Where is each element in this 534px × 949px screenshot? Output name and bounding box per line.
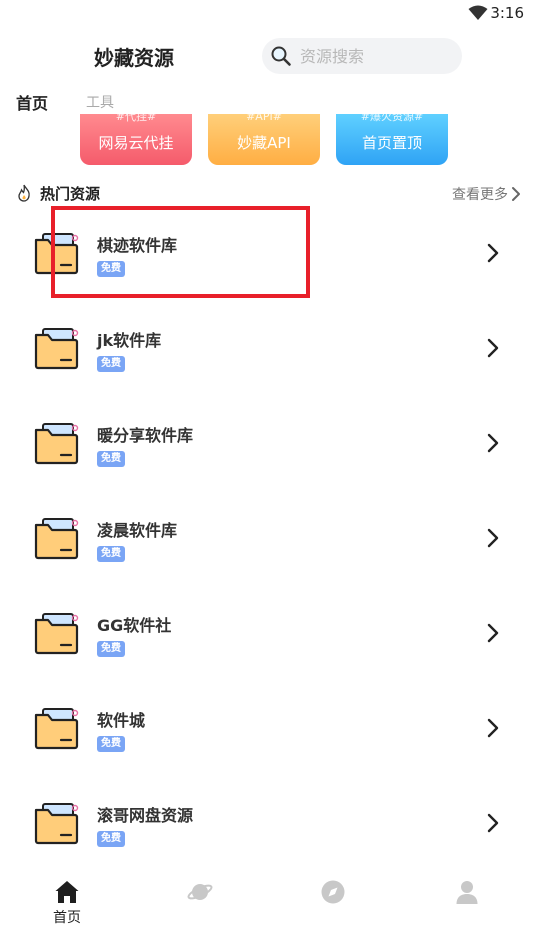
item-name: 暖分享软件库 [97,426,194,445]
home-icon [55,881,79,903]
free-badge: 免费 [97,451,125,467]
folder-icon [34,328,79,370]
chevron-right-icon[interactable] [486,622,500,644]
item-name: 软件城 [97,711,146,730]
fire-icon [18,184,30,202]
item-name: 凌晨软件库 [97,521,178,540]
free-badge: 免费 [97,546,125,562]
banner-row: #代挂# 网易云代挂 #API# 妙藏API #爆火资源# 首页置顶 [0,114,534,166]
section-title: 热门资源 [40,185,101,203]
free-badge: 免费 [97,736,125,752]
item-name: GG软件社 [97,616,172,635]
banner-tag: #爆火资源# [360,114,424,123]
status-time: 3:16 [490,4,524,22]
list-item[interactable]: 凌晨软件库 免费 [0,493,534,588]
banner-tag: #API# [246,114,282,123]
list-item[interactable]: 暖分享软件库 免费 [0,398,534,493]
banner-tag: #代挂# [115,114,157,123]
nav-planet[interactable] [170,877,230,937]
planet-icon [187,884,213,900]
tab-tools[interactable]: 工具 [86,92,114,112]
compass-icon [321,880,345,904]
chevron-right-icon[interactable] [486,527,500,549]
folder-icon [34,423,79,465]
list-item[interactable]: jk软件库 免费 [0,303,534,398]
tab-home[interactable]: 首页 [16,90,48,114]
free-badge: 免费 [97,831,125,847]
free-badge: 免费 [97,356,125,372]
status-bar: 3:16 [0,0,534,28]
chevron-right-icon[interactable] [486,432,500,454]
nav-home[interactable]: 首页 [37,877,97,937]
folder-icon [34,708,79,750]
see-more-link[interactable]: 查看更多 [452,184,508,204]
nav-compass[interactable] [303,877,363,937]
search-input[interactable] [300,38,450,74]
user-icon [456,881,478,904]
nav-user[interactable] [437,877,497,937]
item-name: 滚哥网盘资源 [97,806,194,825]
banner-label: 妙藏API [237,134,291,152]
free-badge: 免费 [97,641,125,657]
app-title: 妙藏资源 [94,46,174,70]
top-tabs: 首页 工具 [0,90,534,114]
chevron-right-icon[interactable] [486,717,500,739]
section-header: 热门资源 查看更多 [0,180,534,206]
search-box[interactable] [262,38,462,74]
chevron-right-icon[interactable] [486,812,500,834]
banner-pin-top[interactable]: #爆火资源# 首页置顶 [336,114,448,165]
list-item[interactable]: GG软件社 免费 [0,588,534,683]
list-item[interactable]: 滚哥网盘资源 免费 [0,778,534,873]
list-item[interactable]: 软件城 免费 [0,683,534,778]
banner-netease-daigua[interactable]: #代挂# 网易云代挂 [80,114,192,165]
banner-label: 首页置顶 [361,134,422,152]
chevron-right-icon[interactable] [510,186,522,202]
app-header: 妙藏资源 [0,28,534,84]
banner-label: 网易云代挂 [98,134,174,152]
nav-label: 首页 [53,910,81,926]
wifi-icon [468,5,488,20]
bottom-nav: 首页 [0,867,534,949]
folder-icon [34,518,79,560]
chevron-right-icon[interactable] [486,242,500,264]
item-name: jk软件库 [97,331,162,350]
highlight-box [51,206,310,298]
chevron-right-icon[interactable] [486,337,500,359]
folder-icon [34,613,79,655]
search-icon [271,46,291,66]
folder-icon [34,803,79,845]
banner-api[interactable]: #API# 妙藏API [208,114,320,165]
